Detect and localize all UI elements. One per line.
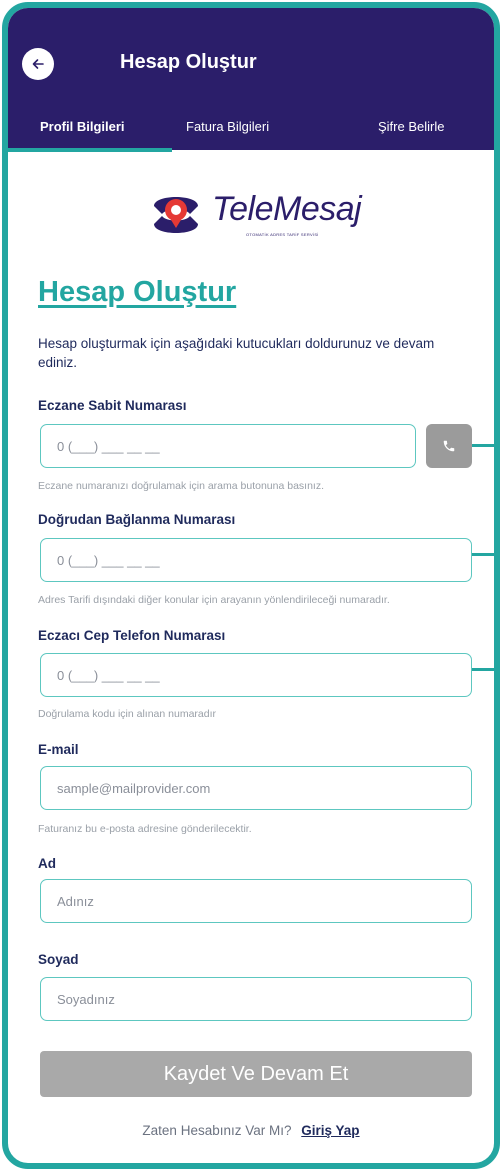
logo-tagline: OTOMATİK ADRES TARİF SERVİSİ <box>246 232 319 237</box>
mobile-phone-label: Eczacı Cep Telefon Numarası <box>38 628 226 643</box>
direct-line-input[interactable] <box>40 538 472 582</box>
pharmacy-phone-input[interactable] <box>40 424 416 468</box>
tab-fatura-bilgileri[interactable]: Fatura Bilgileri <box>186 119 269 134</box>
last-name-input[interactable] <box>40 977 472 1021</box>
tab-profil-bilgileri[interactable]: Profil Bilgileri <box>40 119 125 134</box>
save-and-continue-button[interactable]: Kaydet Ve Devam Et <box>40 1051 472 1097</box>
login-link[interactable]: Giriş Yap <box>301 1123 359 1138</box>
back-button[interactable] <box>22 48 54 80</box>
header-title: Hesap Oluştur <box>120 51 257 73</box>
active-tab-indicator <box>8 148 172 152</box>
pharmacy-phone-hint: Eczane numaranızı doğrulamak için arama … <box>38 480 324 492</box>
pharmacy-phone-label: Eczane Sabit Numarası <box>38 398 187 413</box>
tab-bar: Profil Bilgileri Fatura Bilgileri Şifre … <box>8 119 494 149</box>
phone-frame: Hesap Oluştur Profil Bilgileri Fatura Bi… <box>2 2 500 1169</box>
connector-line <box>472 444 494 447</box>
call-button[interactable] <box>426 424 472 468</box>
email-hint: Faturanız bu e-posta adresine gönderilec… <box>38 823 252 835</box>
mobile-phone-input[interactable] <box>40 653 472 697</box>
arrow-left-icon <box>32 59 44 69</box>
connector-line <box>472 668 494 671</box>
intro-text: Hesap oluşturmak için aşağıdaki kutucukl… <box>38 336 435 370</box>
tab-sifre-belirle[interactable]: Şifre Belirle <box>378 119 444 134</box>
mobile-phone-hint: Doğrulama kodu için alınan numaradır <box>38 708 217 720</box>
telemesaj-logo: TeleMesaj OTOMATİK ADRES TARİF SERVİSİ <box>146 188 376 248</box>
page-title: Hesap Oluştur <box>38 276 237 308</box>
login-prompt: Zaten Hesabınız Var Mı? Giriş Yap <box>8 1123 494 1138</box>
first-name-input[interactable] <box>40 879 472 923</box>
direct-line-label: Doğrudan Bağlanma Numarası <box>38 512 236 527</box>
email-input[interactable] <box>40 766 472 810</box>
app-header: Hesap Oluştur Profil Bilgileri Fatura Bi… <box>8 8 494 150</box>
phone-icon <box>443 440 455 452</box>
first-name-label: Ad <box>38 856 56 871</box>
phone-location-pin-logo-icon <box>154 197 198 233</box>
direct-line-hint: Adres Tarifi dışındaki diğer konular içi… <box>38 594 390 606</box>
logo-wordmark: TeleMesaj <box>212 190 362 228</box>
last-name-label: Soyad <box>38 952 79 967</box>
login-prompt-text: Zaten Hesabınız Var Mı? <box>142 1123 292 1138</box>
email-label: E-mail <box>38 742 79 757</box>
connector-line <box>472 553 494 556</box>
